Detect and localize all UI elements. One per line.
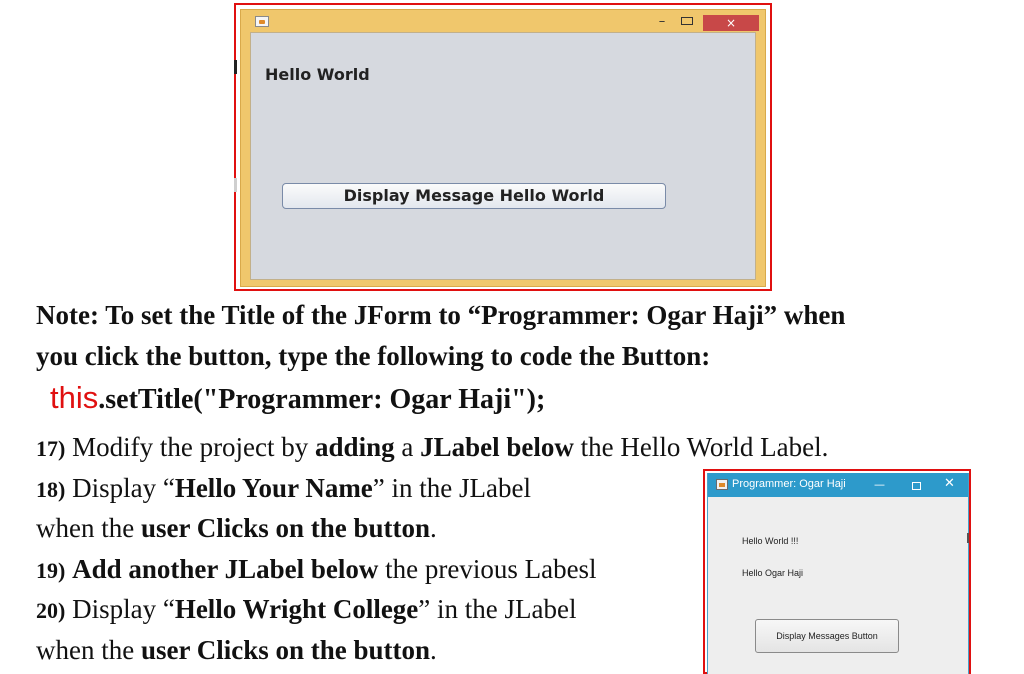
close-icon[interactable]: × xyxy=(703,15,759,31)
step-text: ” in the JLabel xyxy=(418,594,577,624)
window-titlebar: Programmer: Ogar Haji — ✕ xyxy=(708,473,968,497)
display-message-button[interactable]: Display Message Hello World xyxy=(282,183,666,209)
hello-world-label: Hello World xyxy=(265,65,370,84)
screenshot-programmer-window: Programmer: Ogar Haji — ✕ Hello World !!… xyxy=(703,469,971,674)
step-text: Display “ xyxy=(65,594,175,624)
code-snippet: this.setTitle("Programmer: Ogar Haji"); xyxy=(50,380,545,416)
minimize-icon[interactable]: — xyxy=(874,478,885,491)
step-bold: Hello Your Name xyxy=(174,473,373,503)
step-text: the previous Labesl xyxy=(378,554,597,584)
step-20-continued: when the user Clicks on the button. xyxy=(36,633,437,667)
maximize-icon[interactable] xyxy=(912,482,921,490)
note-line-1: Note: To set the Title of the JForm to “… xyxy=(36,300,846,330)
window-titlebar: – × xyxy=(241,10,765,32)
close-icon[interactable]: ✕ xyxy=(944,476,955,491)
step-text: ” in the JLabel xyxy=(372,473,531,503)
step-text: when the xyxy=(36,513,141,543)
step-text: Display “ xyxy=(65,473,175,503)
cropped-edge-mark xyxy=(967,533,969,543)
maximize-icon[interactable] xyxy=(681,17,693,25)
minimize-icon[interactable]: – xyxy=(653,15,671,29)
code-statement: .setTitle("Programmer: Ogar Haji"); xyxy=(98,384,546,415)
java-window: – × Hello World Display Message Hello Wo… xyxy=(240,9,766,287)
step-number: 20) xyxy=(36,598,66,623)
cropped-text-edge xyxy=(234,178,237,192)
step-19: 19) Add another JLabel below the previou… xyxy=(36,552,597,588)
step-text: when the xyxy=(36,635,141,665)
step-text: the Hello World Label. xyxy=(573,432,829,462)
java-app-icon xyxy=(716,479,728,490)
step-text: a xyxy=(394,432,421,462)
cropped-text-edge xyxy=(234,60,237,74)
step-bold: user Clicks on the button xyxy=(140,635,431,665)
step-number: 17) xyxy=(36,436,66,461)
display-messages-button[interactable]: Display Messages Button xyxy=(755,619,899,653)
note-line-2: you click the button, type the following… xyxy=(36,341,711,371)
note-paragraph: Note: To set the Title of the JForm to “… xyxy=(36,295,996,377)
hello-world-label: Hello World !!! xyxy=(742,536,799,546)
step-bold: JLabel below xyxy=(420,432,574,462)
step-bold: Add another JLabel below xyxy=(72,554,379,584)
step-number: 18) xyxy=(36,477,66,502)
step-number: 19) xyxy=(36,558,66,583)
step-bold: Hello Wright College xyxy=(174,594,419,624)
step-text: Modify the project by xyxy=(65,432,316,462)
hello-name-label: Hello Ogar Haji xyxy=(742,568,804,578)
step-text: . xyxy=(430,513,437,543)
window-title: Programmer: Ogar Haji xyxy=(732,478,846,490)
step-18: 18) Display “Hello Your Name” in the JLa… xyxy=(36,471,531,507)
step-bold: user Clicks on the button xyxy=(140,513,431,543)
java-window-2: Programmer: Ogar Haji — ✕ Hello World !!… xyxy=(707,473,969,674)
step-20: 20) Display “Hello Wright College” in th… xyxy=(36,592,577,628)
code-keyword: this xyxy=(50,380,99,415)
step-18-continued: when the user Clicks on the button. xyxy=(36,511,437,545)
screenshot-hello-world-window: – × Hello World Display Message Hello Wo… xyxy=(234,3,772,291)
window-content-pane: Hello World Display Message Hello World xyxy=(250,32,756,280)
java-app-icon xyxy=(255,16,269,27)
step-17: 17) Modify the project by adding a JLabe… xyxy=(36,430,828,466)
step-bold: adding xyxy=(315,432,395,462)
step-text: . xyxy=(430,635,437,665)
